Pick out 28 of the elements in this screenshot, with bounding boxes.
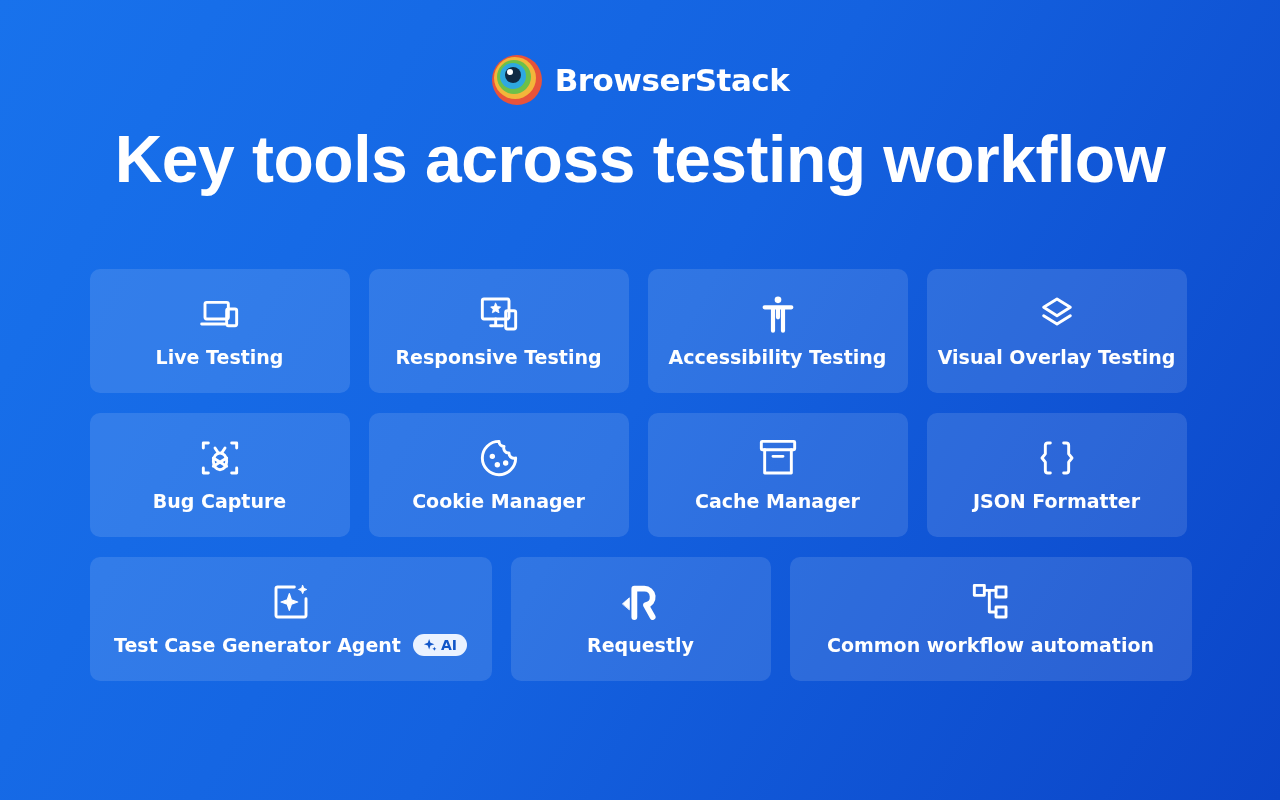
sparkle-icon xyxy=(422,638,437,653)
tool-label: Test Case Generator Agent xyxy=(114,634,401,657)
tool-card[interactable]: JSON Formatter xyxy=(926,413,1187,538)
tool-card[interactable]: Cache Manager xyxy=(647,413,908,538)
tool-card[interactable]: Live Testing xyxy=(89,269,350,394)
tool-card[interactable]: Bug Capture xyxy=(89,413,350,538)
tool-label: JSON Formatter xyxy=(972,490,1141,513)
tool-label: Cookie Manager xyxy=(412,490,585,513)
tool-label: Bug Capture xyxy=(152,490,287,513)
badge-text: AI xyxy=(440,637,457,654)
tool-label: Live Testing xyxy=(155,346,284,369)
tool-card[interactable]: Accessibility Testing xyxy=(647,269,908,394)
logo-icon xyxy=(490,54,543,106)
tool-label: Accessibility Testing xyxy=(668,346,887,369)
cookie-icon xyxy=(478,438,519,479)
tool-label: Common workflow automation xyxy=(827,634,1154,657)
brand-name: BrowserStack xyxy=(554,62,790,98)
tool-label: Responsive Testing xyxy=(395,346,602,369)
tool-card[interactable]: Visual Overlay Testing xyxy=(926,269,1187,394)
tool-label: Cache Manager xyxy=(695,490,860,513)
tool-card[interactable]: Requestly xyxy=(510,557,771,682)
tool-card[interactable]: Cookie Manager xyxy=(368,413,629,538)
tool-label: Visual Overlay Testing xyxy=(937,346,1176,369)
tool-card[interactable]: Common workflow automation xyxy=(789,557,1192,682)
page-title: Key tools across testing workflow xyxy=(114,121,1166,198)
tool-card[interactable]: Test Case Generator Agent AI xyxy=(89,557,492,682)
tool-label: Requestly xyxy=(587,634,694,657)
tool-card[interactable]: Responsive Testing xyxy=(368,269,629,394)
